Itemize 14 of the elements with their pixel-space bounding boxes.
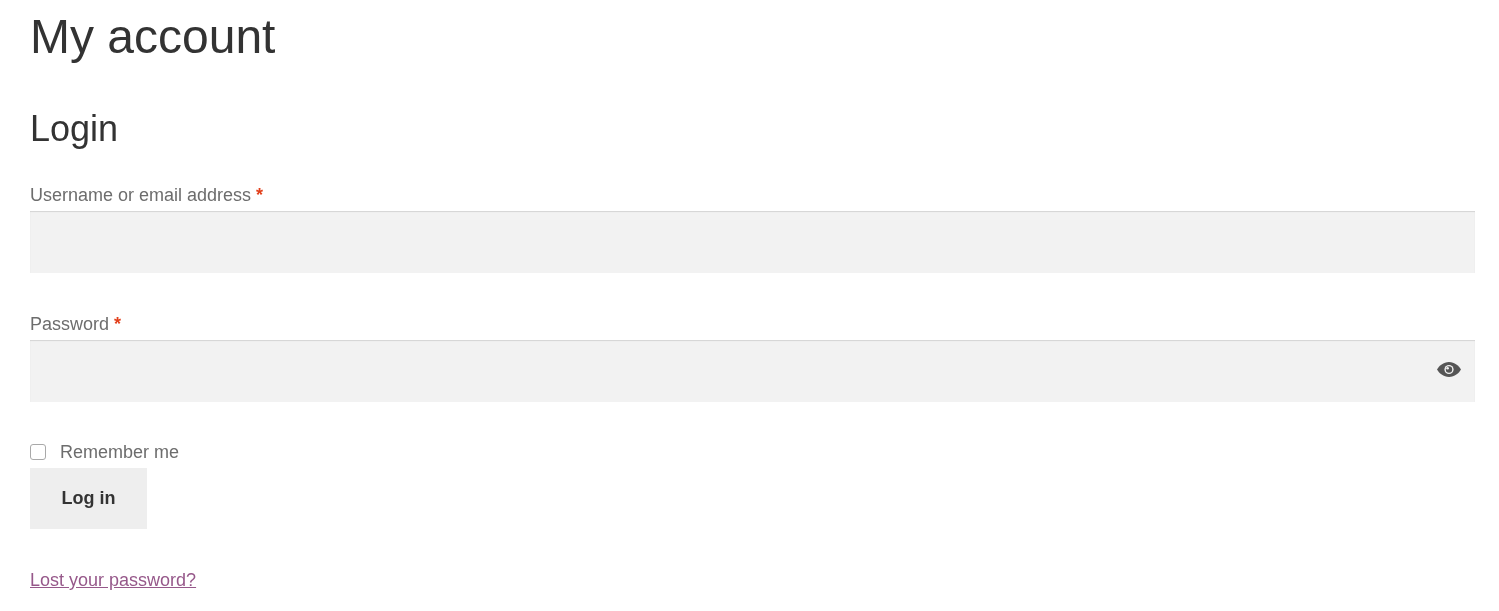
required-mark: * <box>114 314 122 334</box>
show-password-button[interactable] <box>1437 362 1461 377</box>
eye-icon <box>1437 362 1461 377</box>
login-button[interactable]: Log in <box>30 468 147 529</box>
section-heading: Login <box>30 111 119 147</box>
lost-password-link[interactable]: Lost your password? <box>30 570 197 590</box>
required-mark: * <box>256 185 264 205</box>
page-title: My account <box>30 13 276 61</box>
checkbox-label: Remember me <box>60 443 180 461</box>
field-label: Username or email address <box>30 185 252 205</box>
field-label: Password <box>30 314 110 334</box>
text-field[interactable] <box>30 211 1475 273</box>
password-field[interactable] <box>30 340 1475 402</box>
checkbox[interactable] <box>30 444 46 460</box>
